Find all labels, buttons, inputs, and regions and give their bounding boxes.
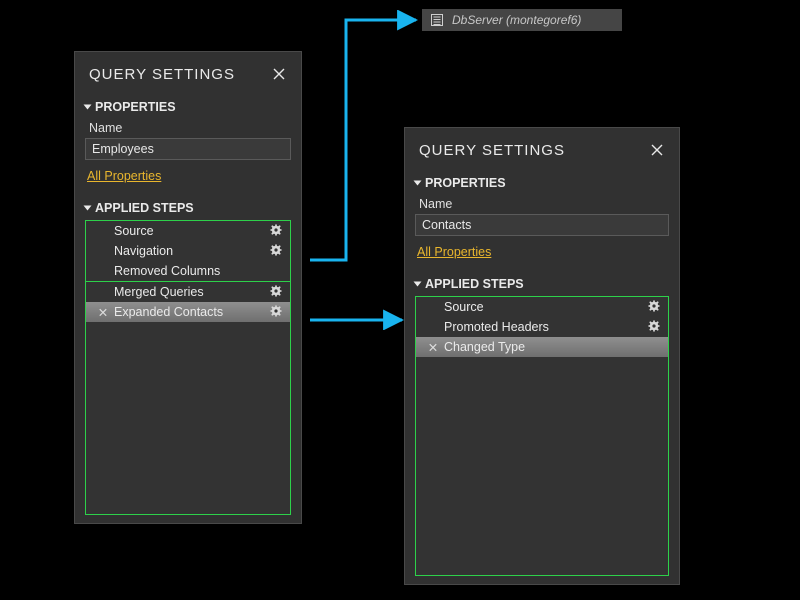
step-row[interactable]: ✕ Changed Type	[416, 337, 668, 357]
step-label: Source	[444, 300, 648, 314]
query-settings-panel-left: QUERY SETTINGS PROPERTIES Name All Prope…	[74, 51, 302, 524]
section-heading: APPLIED STEPS	[95, 201, 194, 215]
name-input[interactable]	[415, 214, 669, 236]
server-icon	[430, 13, 444, 27]
all-properties-link[interactable]: All Properties	[417, 245, 491, 259]
step-row[interactable]: ✕ Expanded Contacts	[86, 302, 290, 322]
section-heading: PROPERTIES	[425, 176, 506, 190]
chevron-down-icon	[84, 105, 92, 110]
gear-icon[interactable]	[270, 305, 284, 319]
step-row[interactable]: ✕Promoted Headers	[416, 317, 668, 337]
step-row[interactable]: ✕Merged Queries	[86, 282, 290, 302]
query-settings-panel-right: QUERY SETTINGS PROPERTIES Name All Prope…	[404, 127, 680, 585]
steps-list: ✕Source✕Navigation✕Removed Columns✕Merge…	[85, 220, 291, 515]
step-row[interactable]: ✕Navigation	[86, 241, 290, 261]
all-properties-link[interactable]: All Properties	[87, 169, 161, 183]
chevron-down-icon	[414, 181, 422, 186]
step-label: Promoted Headers	[444, 320, 648, 334]
gear-icon[interactable]	[270, 285, 284, 299]
panel-title-bar: QUERY SETTINGS	[75, 52, 301, 96]
gear-icon[interactable]	[270, 244, 284, 258]
properties-section: PROPERTIES Name All Properties	[405, 172, 679, 273]
db-chip-label: DbServer (montegoref6)	[452, 13, 581, 27]
close-button[interactable]	[647, 140, 667, 160]
panel-title: QUERY SETTINGS	[419, 142, 565, 159]
name-label: Name	[415, 195, 669, 214]
gear-icon[interactable]	[648, 320, 662, 334]
properties-section: PROPERTIES Name All Properties	[75, 96, 301, 197]
name-input[interactable]	[85, 138, 291, 160]
section-heading: PROPERTIES	[95, 100, 176, 114]
step-label: Merged Queries	[114, 285, 270, 299]
step-row[interactable]: ✕Source	[416, 297, 668, 317]
chevron-down-icon	[84, 206, 92, 211]
section-heading: APPLIED STEPS	[425, 277, 524, 291]
close-button[interactable]	[269, 64, 289, 84]
step-row[interactable]: ✕Source	[86, 221, 290, 241]
chevron-down-icon	[414, 282, 422, 287]
panel-title: QUERY SETTINGS	[89, 66, 235, 83]
delete-step-icon[interactable]: ✕	[426, 340, 440, 355]
gear-icon[interactable]	[648, 300, 662, 314]
panel-title-bar: QUERY SETTINGS	[405, 128, 679, 172]
step-label: Expanded Contacts	[114, 305, 270, 319]
gear-icon[interactable]	[270, 224, 284, 238]
db-chip[interactable]: DbServer (montegoref6)	[422, 9, 622, 31]
step-label: Navigation	[114, 244, 270, 258]
step-row[interactable]: ✕Removed Columns	[86, 261, 290, 281]
step-label: Removed Columns	[114, 264, 270, 278]
steps-list: ✕Source✕Promoted Headers ✕ Changed Type	[415, 296, 669, 576]
step-label: Changed Type	[444, 340, 648, 354]
name-label: Name	[85, 119, 291, 138]
step-label: Source	[114, 224, 270, 238]
delete-step-icon[interactable]: ✕	[96, 305, 110, 320]
